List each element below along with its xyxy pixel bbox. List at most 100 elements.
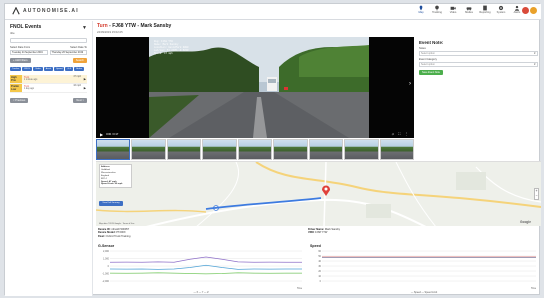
nav-video[interactable]: Video bbox=[447, 5, 459, 14]
y-tick-label: 0 bbox=[320, 280, 322, 283]
filter-chip[interactable]: Accel bbox=[43, 67, 54, 71]
filter-chip[interactable]: Video bbox=[33, 67, 43, 71]
frame-thumbnail[interactable] bbox=[166, 139, 202, 160]
video-time: 0:00 / 0:17 bbox=[106, 132, 119, 136]
google-logo: Google bbox=[520, 220, 531, 224]
y-tick-label: 1,000 bbox=[103, 257, 110, 260]
nav-map[interactable]: Map bbox=[415, 5, 427, 14]
y-tick-label: -2,000 bbox=[102, 280, 109, 283]
list-item[interactable]: High Prio Turn 1 minute ago 47 mph ▶ bbox=[10, 75, 87, 84]
chart-legend: — Speed — Speed Limit bbox=[410, 291, 438, 294]
nav-system[interactable]: System bbox=[495, 5, 507, 14]
date-from-input[interactable]: Tuesday 24 September 2019 bbox=[10, 50, 48, 55]
frame-thumbnail[interactable] bbox=[308, 139, 344, 160]
frame-thumbnail[interactable] bbox=[273, 139, 308, 160]
chevron-down-icon: ▼ bbox=[533, 63, 536, 66]
device-details: Device ID: nthus07400057 Device Model: P… bbox=[96, 227, 541, 243]
nav-label: System bbox=[496, 11, 506, 14]
speed-chart-panel: Speed 60 50 40 30 20 10 0 Time — Speed — Speed… bbox=[308, 244, 540, 294]
filter-chips: Tracker FNOL Video Accel Speed G-F Brake bbox=[10, 67, 87, 71]
event-time: 1 day ago bbox=[24, 88, 35, 90]
category-placeholder: Select option bbox=[421, 63, 435, 66]
event-note-panel: Event Note: Notes Select option ▼ Event C… bbox=[416, 37, 541, 160]
frame-thumbnail[interactable] bbox=[131, 139, 166, 160]
frame-thumbnails bbox=[96, 139, 414, 160]
sidebar-subtitle: title bbox=[10, 31, 15, 35]
speed-chart: 60 50 40 30 20 10 0 bbox=[318, 250, 536, 283]
chevron-right-icon: ▶ bbox=[83, 77, 86, 81]
frame-thumbnail[interactable] bbox=[237, 139, 273, 160]
y-tick-label: 10 bbox=[318, 275, 321, 278]
category-select[interactable]: Select option ▼ bbox=[419, 62, 538, 67]
more-icon[interactable]: ⋮ bbox=[405, 132, 409, 136]
y-tick-label: 2,000 bbox=[103, 250, 110, 253]
notes-label: Notes bbox=[419, 47, 426, 50]
y-tick-label: 0 bbox=[108, 265, 110, 268]
brand-logo[interactable]: AUTONOMISE.AI bbox=[12, 7, 79, 15]
info-line: Speed Limit: 60 mph bbox=[101, 183, 123, 186]
vrn-value: FJ68 YTW bbox=[315, 231, 328, 235]
vrn-row: VRN: FJ68 YTW bbox=[308, 231, 340, 234]
nav-tracking[interactable]: Tracking bbox=[431, 5, 443, 14]
filter-chip[interactable]: G-F bbox=[65, 67, 74, 71]
chevron-right-icon[interactable]: › bbox=[409, 81, 411, 87]
notes-placeholder: Select option bbox=[421, 52, 435, 55]
next-button[interactable]: Next > bbox=[73, 98, 87, 103]
event-note-title: Event Note: bbox=[419, 40, 444, 45]
series-line-x bbox=[109, 256, 302, 263]
chart-title: G-Sensor bbox=[98, 244, 115, 248]
frame-thumbnail[interactable] bbox=[379, 139, 414, 160]
filter-chip[interactable]: Brake bbox=[74, 67, 84, 71]
frame-thumbnail[interactable] bbox=[202, 139, 237, 160]
map-zoom-control: + − bbox=[534, 188, 539, 200]
list-item[interactable]: Prelim Low Turn 1 day ago 16 mph ▶ bbox=[10, 84, 87, 93]
filter-icon[interactable]: ▼ bbox=[82, 25, 87, 31]
nav-modes[interactable]: Modes bbox=[463, 5, 475, 14]
y-tick-label: 30 bbox=[318, 265, 321, 268]
save-note-button[interactable]: Save Event Note bbox=[419, 70, 443, 75]
video-controls: ▶ 0:00 / 0:17 bbox=[96, 130, 414, 138]
fullscreen-icon[interactable]: ⛶ bbox=[398, 132, 400, 136]
main-nav: Map Tracking Video Modes Reporting Syste… bbox=[415, 5, 523, 14]
filter-chip[interactable]: Tracker bbox=[10, 67, 22, 71]
previous-button[interactable]: < Previous bbox=[10, 98, 29, 103]
notes-select[interactable]: Select option ▼ bbox=[419, 51, 538, 56]
gsensor-chart: 2,000 1,000 0 -1,000 -2,000 bbox=[102, 250, 302, 283]
zoom-out-icon[interactable]: − bbox=[535, 194, 538, 199]
nav-reporting[interactable]: Reporting bbox=[479, 5, 491, 14]
top-bar: AUTONOMISE.AI Map Tracking Video Modes R… bbox=[5, 4, 541, 20]
nav-label: Tracking bbox=[432, 11, 442, 14]
event-date: 24/09/2019 15:02:25 bbox=[97, 30, 123, 34]
app-window: AUTONOMISE.AI Map Tracking Video Modes R… bbox=[4, 3, 541, 296]
search-button[interactable]: Search bbox=[72, 58, 87, 63]
event-title: - FJ68 YTW - Mark Sansby bbox=[107, 23, 172, 29]
y-tick-label: 20 bbox=[318, 270, 321, 273]
sidebar-title: FNOL Events bbox=[10, 24, 42, 30]
video-telemetry-overlay: Reg: FJ68 YTW Name: Mark Sansby Location… bbox=[154, 40, 188, 55]
volume-icon[interactable]: ♫ bbox=[391, 132, 394, 136]
date-to-input[interactable]: Thursday 26 September 2019 bbox=[49, 50, 87, 55]
event-speed: 16 mph bbox=[73, 85, 81, 87]
priority-tag: Prelim Low bbox=[10, 84, 22, 92]
gsensor-chart-panel: G-Sensor 2,000 1,000 0 -1,000 -2,000 Time — … bbox=[96, 244, 306, 294]
event-speed: 47 mph bbox=[73, 76, 81, 78]
frame-thumbnail[interactable] bbox=[96, 139, 131, 160]
y-tick-label: 50 bbox=[318, 255, 321, 258]
x-axis-label: Time bbox=[530, 288, 536, 290]
title-input[interactable] bbox=[10, 38, 87, 43]
y-tick-label: 60 bbox=[318, 250, 321, 253]
play-icon[interactable]: ▶ bbox=[100, 132, 103, 137]
nav-label: Reporting bbox=[479, 11, 491, 14]
brand-name: AUTONOMISE.AI bbox=[23, 8, 79, 14]
video-player[interactable]: Reg: FJ68 YTW Name: Mark Sansby Location… bbox=[96, 37, 414, 138]
notification-button[interactable] bbox=[522, 7, 529, 14]
user-avatar[interactable] bbox=[530, 7, 537, 14]
journey-map[interactable]: Address Guildford Worcestershire England… bbox=[96, 161, 541, 226]
filter-chip[interactable]: FNOL bbox=[22, 67, 33, 71]
fleet-value: Oxford Truck Training bbox=[105, 234, 131, 238]
view-journey-button[interactable]: View Full Journey bbox=[99, 201, 123, 206]
add-filters-button[interactable]: + Add Filters bbox=[10, 58, 31, 63]
filter-chip[interactable]: Speed bbox=[54, 67, 65, 71]
frame-thumbnail[interactable] bbox=[344, 139, 379, 160]
map-canvas bbox=[96, 162, 541, 226]
